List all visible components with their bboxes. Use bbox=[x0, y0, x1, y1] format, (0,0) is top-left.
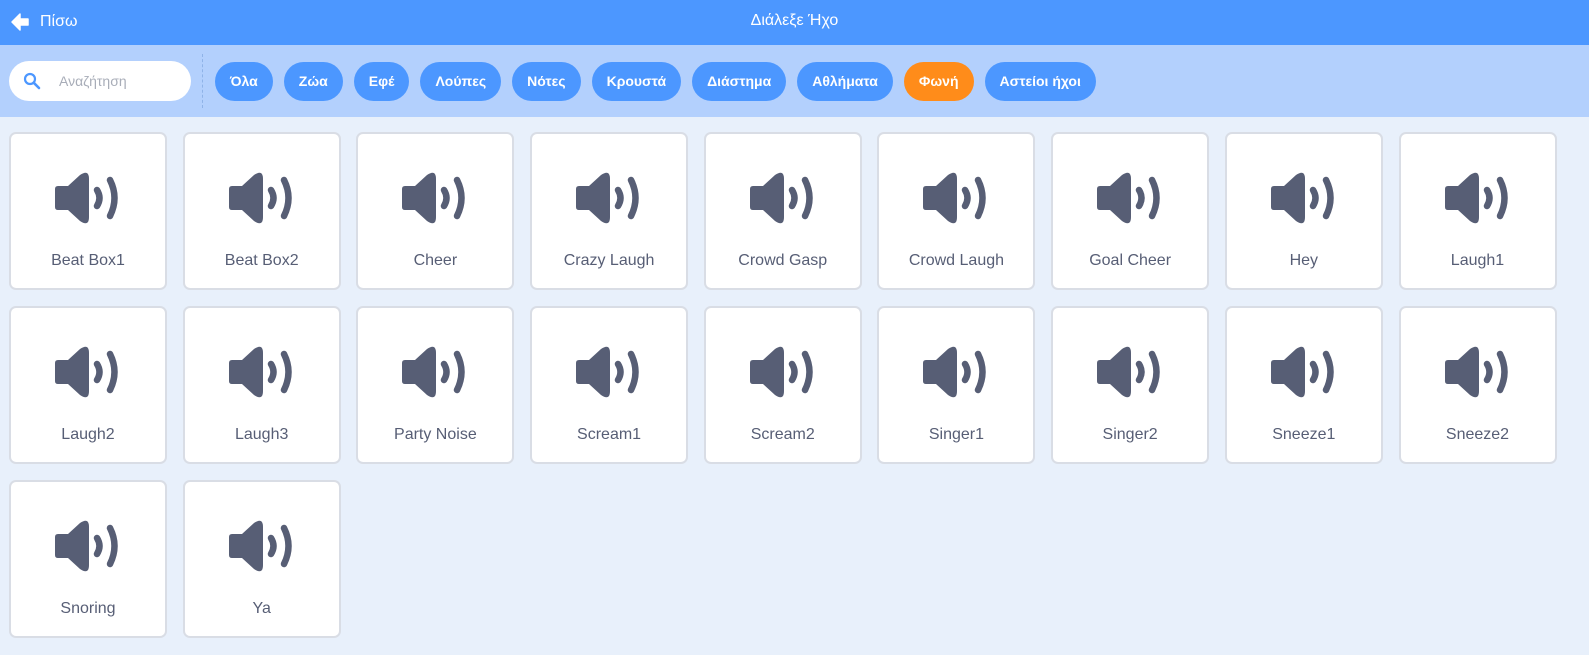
speaker-icon bbox=[400, 170, 472, 226]
sound-label: Ya bbox=[252, 600, 271, 617]
sound-label: Laugh2 bbox=[61, 426, 115, 443]
sound-card[interactable]: Goal Cheer bbox=[1051, 132, 1210, 290]
sound-label: Beat Box2 bbox=[224, 252, 299, 269]
divider bbox=[202, 54, 203, 108]
speaker-icon bbox=[1095, 170, 1167, 226]
sound-label: Snoring bbox=[60, 600, 116, 617]
sound-card[interactable]: Hey bbox=[1224, 132, 1383, 290]
speaker-icon bbox=[227, 518, 299, 574]
tag-5-button[interactable]: Κρουστά bbox=[591, 62, 682, 101]
speaker-icon bbox=[921, 344, 993, 400]
tag-8-button[interactable]: Φωνή bbox=[903, 62, 974, 101]
sound-card[interactable]: Crowd Laugh bbox=[877, 132, 1036, 290]
speaker-icon bbox=[53, 170, 125, 226]
sound-label: Hey bbox=[1289, 252, 1319, 269]
sound-card[interactable]: Beat Box1 bbox=[9, 132, 167, 290]
sound-label: Beat Box1 bbox=[51, 252, 125, 269]
speaker-icon bbox=[1095, 344, 1167, 400]
sound-card[interactable]: Laugh1 bbox=[1398, 132, 1557, 290]
sound-label: Sneeze1 bbox=[1272, 426, 1336, 443]
speaker-icon bbox=[53, 518, 125, 574]
sound-card[interactable]: Scream2 bbox=[703, 306, 862, 464]
speaker-icon bbox=[1443, 170, 1515, 226]
sound-label: Cheer bbox=[413, 252, 458, 269]
speaker-icon bbox=[748, 344, 820, 400]
speaker-icon bbox=[748, 170, 820, 226]
sound-card[interactable]: Laugh2 bbox=[9, 306, 167, 464]
sound-card[interactable]: Scream1 bbox=[530, 306, 689, 464]
sound-card[interactable]: Crowd Gasp bbox=[703, 132, 862, 290]
speaker-icon bbox=[574, 344, 646, 400]
sound-label: Sneeze2 bbox=[1445, 426, 1510, 443]
tag-3-button[interactable]: Λούπες bbox=[420, 62, 502, 101]
sound-label: Singer1 bbox=[928, 426, 985, 443]
speaker-icon bbox=[227, 170, 299, 226]
sound-card[interactable]: Ya bbox=[182, 480, 341, 638]
speaker-icon bbox=[53, 344, 125, 400]
speaker-icon bbox=[1269, 344, 1341, 400]
tag-2-button[interactable]: Εφέ bbox=[353, 62, 410, 101]
sound-label: Crowd Gasp bbox=[738, 252, 828, 269]
tag-0-button[interactable]: Όλα bbox=[215, 62, 273, 101]
search-input[interactable] bbox=[59, 69, 179, 93]
tag-1-button[interactable]: Ζώα bbox=[283, 62, 343, 101]
sound-label: Party Noise bbox=[394, 426, 477, 443]
sound-label: Laugh3 bbox=[234, 426, 289, 443]
speaker-icon bbox=[921, 170, 993, 226]
search-icon bbox=[23, 72, 41, 90]
speaker-icon bbox=[400, 344, 472, 400]
tag-6-button[interactable]: Διάστημα bbox=[692, 62, 787, 101]
tag-7-button[interactable]: Αθλήματα bbox=[797, 62, 893, 101]
sound-card[interactable]: Party Noise bbox=[356, 306, 515, 464]
sound-card[interactable]: Cheer bbox=[356, 132, 515, 290]
speaker-icon bbox=[574, 170, 646, 226]
sound-card[interactable]: Singer1 bbox=[877, 306, 1036, 464]
page-title: Διάλεξε Ήχο bbox=[750, 12, 839, 29]
sound-label: Scream2 bbox=[750, 426, 815, 443]
sound-label: Scream1 bbox=[577, 426, 642, 443]
sound-card[interactable]: Sneeze1 bbox=[1224, 306, 1383, 464]
sound-label: Crazy Laugh bbox=[563, 252, 655, 269]
sound-card[interactable]: Laugh3 bbox=[182, 306, 341, 464]
sound-card[interactable]: Snoring bbox=[9, 480, 167, 638]
speaker-icon bbox=[227, 344, 299, 400]
speaker-icon bbox=[1269, 170, 1341, 226]
sound-card[interactable]: Sneeze2 bbox=[1398, 306, 1557, 464]
sound-label: Singer2 bbox=[1102, 426, 1158, 443]
tag-list: Όλα Ζώα Εφέ Λούπες Νότες Κρουστά Διάστημα Αθλήμ… bbox=[215, 62, 1096, 101]
search-box[interactable] bbox=[9, 61, 191, 101]
speaker-icon bbox=[1443, 344, 1515, 400]
sound-card[interactable]: Singer2 bbox=[1051, 306, 1210, 464]
header-bar: Πίσω Διάλεξε Ήχο bbox=[0, 0, 1589, 45]
tag-9-button[interactable]: Αστείοι ήχοι bbox=[984, 62, 1096, 101]
sound-label: Goal Cheer bbox=[1089, 252, 1172, 269]
sound-card[interactable]: Beat Box2 bbox=[182, 132, 341, 290]
sound-label: Crowd Laugh bbox=[908, 252, 1005, 269]
sound-card[interactable]: Crazy Laugh bbox=[530, 132, 689, 290]
filter-bar: Όλα Ζώα Εφέ Λούπες Νότες Κρουστά Διάστημα Αθλήμ… bbox=[0, 45, 1589, 117]
tag-4-button[interactable]: Νότες bbox=[512, 62, 581, 101]
sound-grid: Beat Box1 Beat Box2 Cheer Crazy Laugh Crowd … bbox=[9, 132, 1589, 638]
sound-label: Laugh1 bbox=[1450, 252, 1505, 269]
